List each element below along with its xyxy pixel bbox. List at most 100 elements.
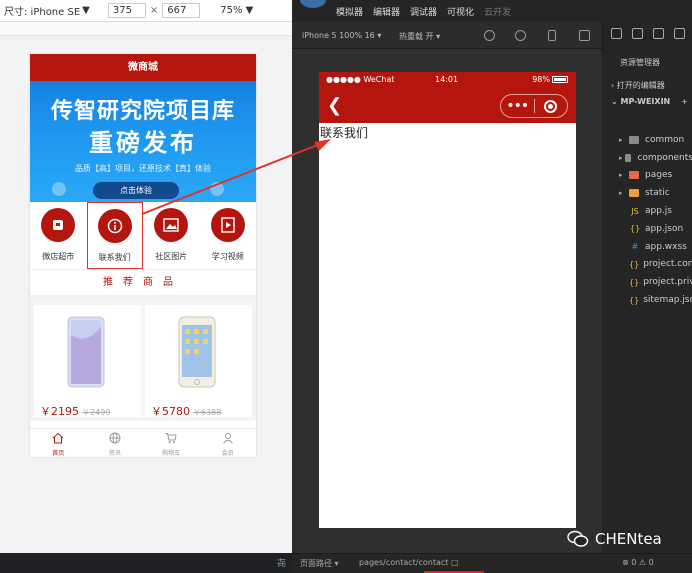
tab-cart[interactable]: 购物车 bbox=[143, 429, 200, 457]
phone-product-image bbox=[67, 316, 105, 388]
file-tree-item[interactable]: ▸ common bbox=[603, 131, 692, 149]
file-tree-item[interactable]: {}sitemap.json bbox=[603, 291, 692, 309]
phone-product-image bbox=[178, 316, 216, 388]
devtools-menubar: 模拟器 编辑器 调试器 可视化 云开发 bbox=[292, 0, 692, 22]
recommend-heading: 推荐商品 bbox=[30, 269, 256, 301]
file-tree: ▸ common ▸ components ▸ pages ▸ static JS app.js {… bbox=[603, 131, 692, 309]
category-label: 社区图片 bbox=[155, 252, 188, 261]
explorer-title: 资源管理器 bbox=[620, 58, 660, 67]
file-tree-item[interactable]: # app.wxss bbox=[603, 238, 692, 256]
folder-icon bbox=[629, 189, 639, 198]
refresh-icon[interactable] bbox=[484, 30, 495, 41]
css-file-icon: # bbox=[631, 242, 639, 252]
more-icon[interactable]: ••• bbox=[501, 99, 534, 113]
device-toolbar: 尺寸: iPhone SE ▼ 375 × 667 75% ▼ bbox=[0, 0, 292, 22]
page-path-label[interactable]: 页面路径 ▾ bbox=[300, 558, 339, 569]
project-section[interactable]: ⌄ MP-WEIXIN + bbox=[611, 97, 688, 106]
capsule-menu: ••• bbox=[500, 94, 568, 118]
phone-icon[interactable] bbox=[548, 30, 556, 41]
json-file-icon: {} bbox=[629, 295, 640, 305]
goods-card[interactable]: ￥2195 ￥2499 bbox=[34, 305, 141, 419]
file-tree-item[interactable]: JS app.js bbox=[603, 202, 692, 220]
file-tree-item[interactable]: ▸ components bbox=[603, 149, 692, 167]
banner-swiper[interactable]: 传智研究院项目库 重磅发布 品质【高】项目，还原技术【真】体验 点击体验 bbox=[30, 81, 256, 202]
menu-cloud[interactable]: 云开发 bbox=[484, 5, 511, 18]
file-tree-item[interactable]: {}project.config.json bbox=[603, 256, 692, 274]
debug-icon[interactable] bbox=[674, 28, 685, 39]
menu-visual[interactable]: 可视化 bbox=[447, 5, 474, 18]
category-item-photos[interactable]: 社区图片 bbox=[143, 202, 200, 269]
category-item-contact[interactable]: 联系我们 bbox=[86, 202, 143, 269]
window-icon[interactable] bbox=[579, 30, 590, 41]
close-icon[interactable] bbox=[534, 99, 567, 113]
menu-editor[interactable]: 编辑器 bbox=[373, 5, 400, 18]
file-name: app.wxss bbox=[645, 241, 687, 252]
tab-label: 会员 bbox=[221, 450, 234, 457]
simulator-toolbar: iPhone 5 100% 16 ▾ 热重载 开 ▾ bbox=[292, 22, 602, 49]
goods-card[interactable]: ￥5780 ￥6388 bbox=[145, 305, 252, 418]
ruler-strip bbox=[0, 22, 292, 36]
cart-icon bbox=[165, 433, 177, 443]
price-original: ￥6388 bbox=[193, 408, 222, 417]
clock: 14:01 bbox=[435, 75, 459, 84]
file-tree-item[interactable]: {} app.json bbox=[603, 220, 692, 238]
video-icon bbox=[210, 208, 245, 242]
file-tree-item[interactable]: ▸ pages bbox=[603, 167, 692, 185]
device-select[interactable]: iPhone 5 100% 16 ▾ bbox=[302, 31, 381, 40]
shop-icon bbox=[41, 208, 76, 242]
page-content: 联系我们 bbox=[320, 126, 369, 140]
zoom-value: 75% bbox=[220, 5, 243, 16]
source-control-icon[interactable] bbox=[653, 28, 664, 39]
folder-icon bbox=[625, 153, 632, 162]
tab-bar: 首页 资讯 购物车 会员 bbox=[30, 428, 256, 457]
category-grid: 微店超市 联系我们 社区图片 学习视频 bbox=[30, 202, 256, 269]
json-file-icon: {} bbox=[629, 259, 640, 269]
watermark: CHENtea bbox=[567, 530, 662, 548]
category-label: 联系我们 bbox=[98, 253, 131, 262]
activity-bar bbox=[603, 22, 692, 49]
menu-simulator[interactable]: 模拟器 bbox=[336, 5, 363, 18]
device-select[interactable]: 尺寸: iPhone SE bbox=[4, 3, 80, 18]
goods-price: ￥2195 ￥2499 bbox=[40, 403, 110, 419]
file-name: common bbox=[645, 134, 685, 145]
menu-debugger[interactable]: 调试器 bbox=[410, 5, 437, 18]
mode-menu: 模拟器 编辑器 调试器 可视化 云开发 bbox=[336, 5, 511, 18]
file-tree-item[interactable]: ▸ static bbox=[603, 184, 692, 202]
open-editors-section[interactable]: › 打开的编辑器 bbox=[611, 80, 665, 91]
tab-label: 资讯 bbox=[108, 450, 121, 457]
file-tree-item[interactable]: {}project.private.config.json bbox=[603, 273, 692, 291]
hot-reload-select[interactable]: 热重载 开 ▾ bbox=[399, 31, 440, 42]
zoom-select[interactable]: 75% ▼ bbox=[220, 5, 253, 16]
status-bar: ●●●●● WeChat 14:01 98% bbox=[319, 72, 576, 89]
js-file-icon: JS bbox=[631, 206, 639, 216]
page-title: 微商城 bbox=[30, 54, 256, 81]
chevron-down-icon[interactable]: ▼ bbox=[82, 5, 90, 16]
files-icon[interactable] bbox=[611, 28, 622, 39]
user-icon bbox=[222, 433, 233, 444]
banner-cta-button[interactable]: 点击体验 bbox=[93, 182, 179, 199]
category-item-shop[interactable]: 微店超市 bbox=[30, 202, 87, 269]
add-icon[interactable]: + bbox=[681, 97, 688, 106]
back-icon[interactable]: ❮ bbox=[327, 95, 342, 116]
times-sign: × bbox=[149, 5, 159, 16]
search-icon[interactable] bbox=[632, 28, 643, 39]
section-label: 打开的编辑器 bbox=[616, 81, 665, 90]
banner-subheadline: 重磅发布 bbox=[89, 129, 197, 157]
file-name: static bbox=[645, 188, 670, 199]
tab-label: 购物车 bbox=[162, 450, 181, 457]
page-path[interactable]: pages/contact/contact ▢ bbox=[359, 558, 459, 567]
category-item-videos[interactable]: 学习视频 bbox=[200, 202, 257, 269]
problems-counter[interactable]: ⊗ 0 ⚠ 0 bbox=[622, 558, 654, 567]
tab-member[interactable]: 会员 bbox=[200, 429, 257, 457]
home-icon bbox=[52, 432, 64, 444]
width-input[interactable]: 375 bbox=[107, 3, 146, 18]
height-input[interactable]: 667 bbox=[162, 3, 201, 18]
tab-news[interactable]: 资讯 bbox=[87, 429, 144, 457]
decor-icon bbox=[210, 182, 224, 196]
file-name: sitemap.json bbox=[643, 295, 692, 306]
tab-home[interactable]: 首页 bbox=[30, 429, 87, 457]
banner-headline: 传智研究院项目库 bbox=[50, 99, 235, 124]
avatar[interactable] bbox=[300, 0, 326, 8]
stop-icon[interactable] bbox=[515, 30, 526, 41]
corner-glyph: 㐂 bbox=[276, 559, 286, 569]
